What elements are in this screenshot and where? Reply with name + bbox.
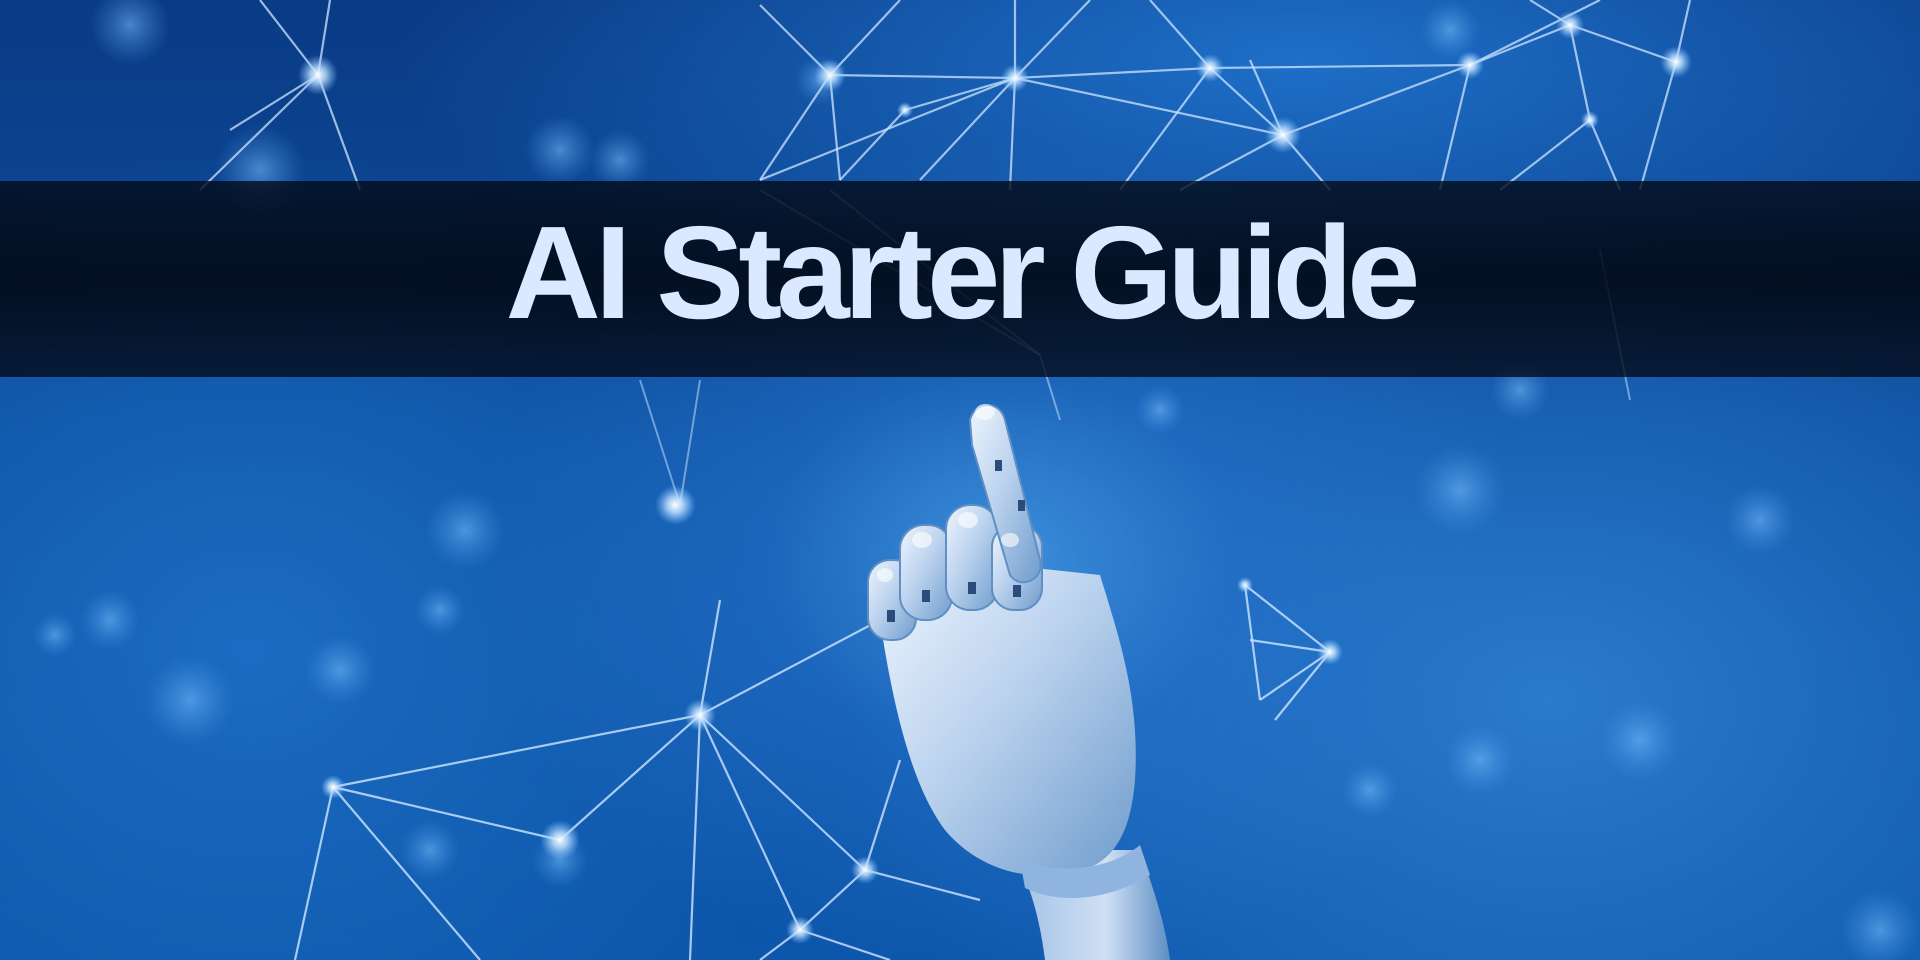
banner-image: AI Starter Guide [0, 0, 1920, 960]
page-title: AI Starter Guide [505, 199, 1421, 346]
robot-hand-graphic [867, 404, 1170, 960]
